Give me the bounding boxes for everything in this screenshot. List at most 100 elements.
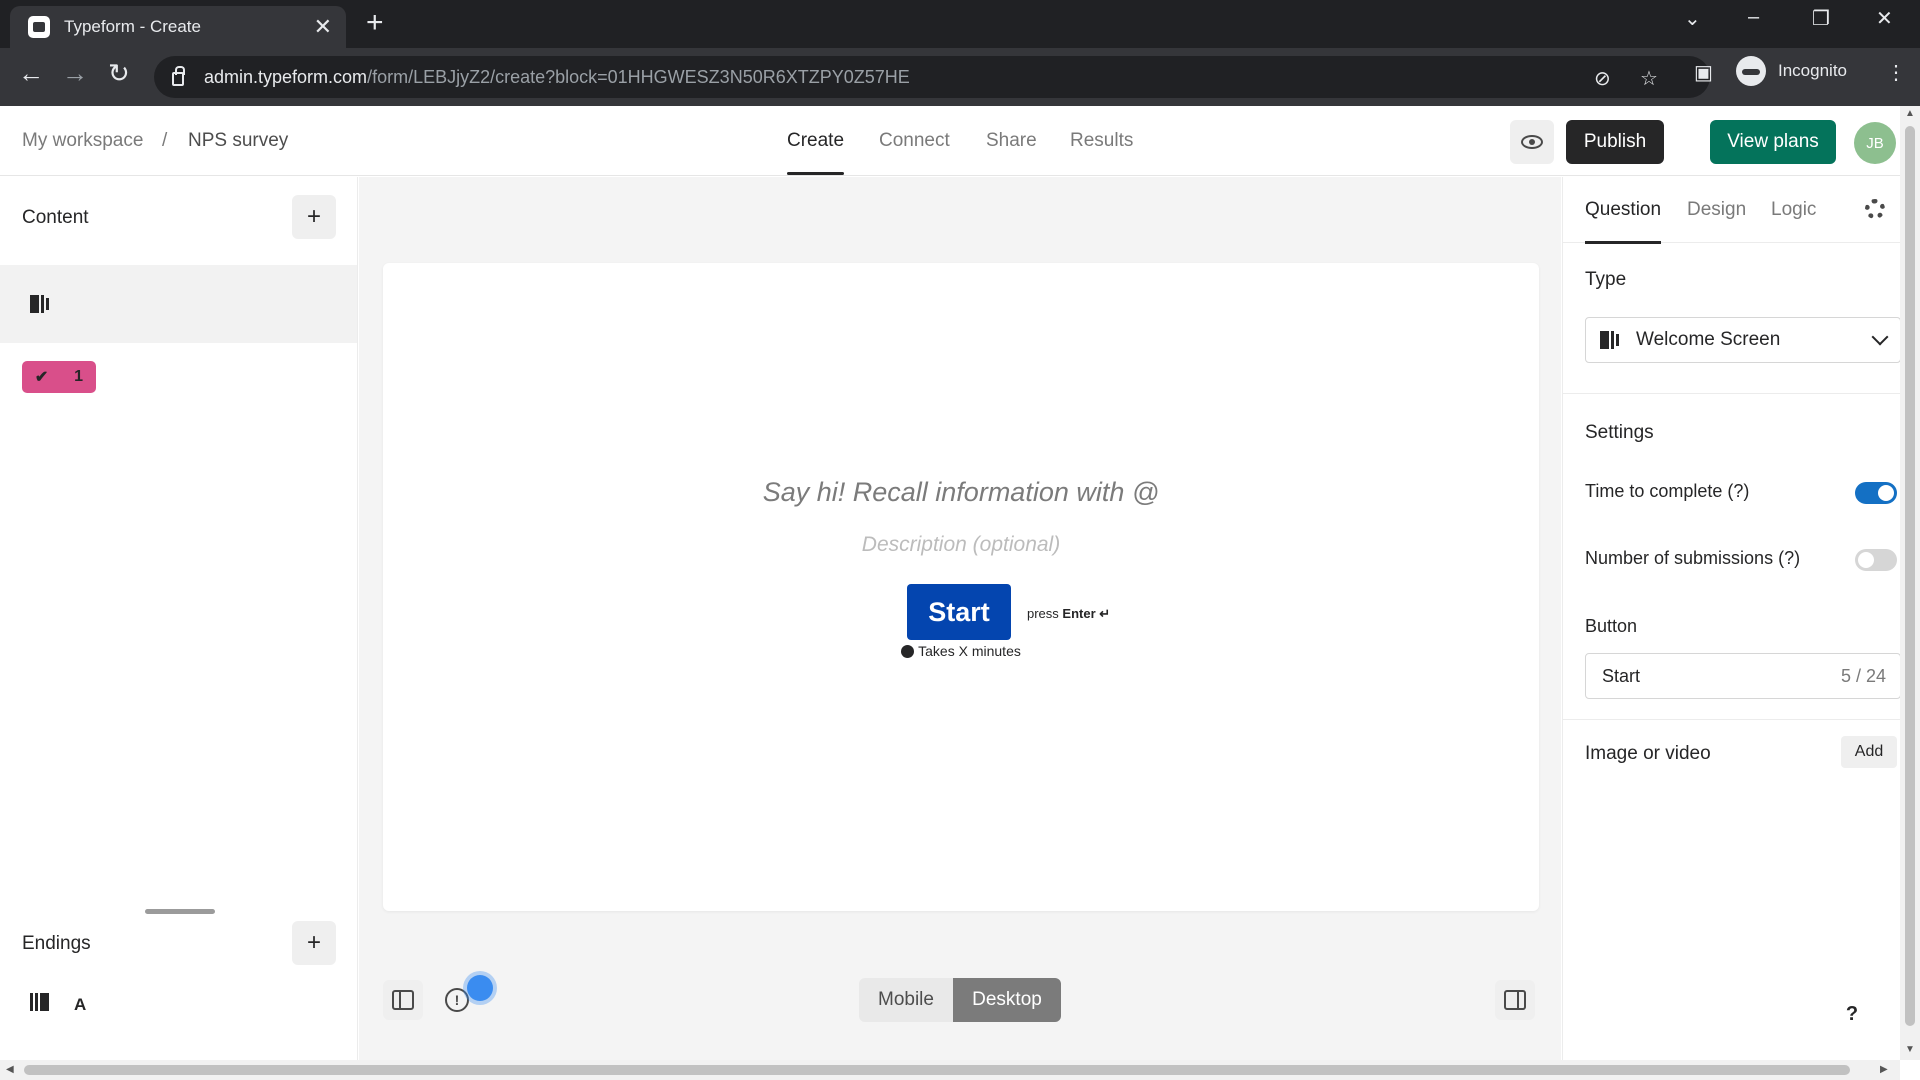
gear-icon[interactable] [1865, 199, 1885, 219]
address-bar[interactable]: admin.typeform.com/form/LEBJjyZ2/create?… [154, 56, 1710, 98]
eye-slash-icon[interactable]: ⊘ [1594, 66, 1611, 91]
forward-icon[interactable]: → [62, 60, 88, 86]
scroll-left-icon[interactable]: ◀ [6, 1064, 14, 1075]
close-tab-icon[interactable]: ✕ [314, 16, 332, 38]
tab-share[interactable]: Share [986, 130, 1037, 152]
eye-icon [1521, 135, 1543, 149]
typeform-app: My workspace / NPS survey Create Connect… [0, 106, 1920, 1080]
desktop-preview-button[interactable]: Desktop [953, 978, 1061, 1022]
browser-toolbar: ← → ↻ admin.typeform.com/form/LEBJjyZ2/c… [0, 48, 1920, 106]
add-media-button[interactable]: Add [1841, 736, 1897, 768]
content-panel: Content + ✔ 1 Endings + A [0, 177, 358, 1066]
breadcrumb-workspace[interactable]: My workspace [22, 130, 143, 152]
left-panel-icon [392, 990, 414, 1010]
image-or-video-label: Image or video [1585, 743, 1711, 764]
vertical-scrollbar[interactable]: ▲ ▼ [1900, 106, 1920, 1060]
type-value: Welcome Screen [1636, 329, 1781, 350]
incognito-icon [1736, 56, 1766, 86]
ending-letter: A [74, 995, 87, 1014]
welcome-screen-icon [30, 295, 50, 313]
welcome-title[interactable]: Say hi! Recall information with @ [383, 477, 1539, 508]
url-host: admin.typeform.com [204, 66, 368, 87]
app-topbar: My workspace / NPS survey Create Connect… [0, 106, 1920, 176]
tab-design[interactable]: Design [1687, 199, 1746, 221]
scroll-down-icon[interactable]: ▼ [1905, 1044, 1915, 1055]
press-enter-hint: press Enter ↵ [1027, 606, 1111, 621]
welcome-screen-block[interactable] [0, 265, 357, 343]
start-button[interactable]: Start [907, 584, 1011, 640]
tab-logic[interactable]: Logic [1771, 199, 1816, 221]
preview-button[interactable] [1510, 120, 1554, 164]
browser-tabstrip: Typeform - Create ✕ + ⌄ – ❐ ✕ [0, 0, 1920, 48]
question-number: 1 [74, 368, 84, 385]
mobile-preview-button[interactable]: Mobile [859, 978, 953, 1022]
new-tab-icon[interactable]: + [366, 8, 384, 38]
submissions-label: Number of submissions (?) [1585, 548, 1801, 568]
publish-button[interactable]: Publish [1566, 120, 1664, 164]
incognito-label: Incognito [1778, 61, 1847, 80]
restore-icon[interactable]: ❐ [1812, 6, 1830, 31]
back-icon[interactable]: ← [18, 60, 44, 86]
panel-resize-handle[interactable] [145, 909, 215, 914]
toggle-right-panel-button[interactable] [1495, 980, 1535, 1020]
url-path: /form/LEBJjyZ2/create?block=01HHGWESZ3N5… [367, 66, 910, 87]
browser-tab[interactable]: Typeform - Create ✕ [10, 6, 346, 48]
accessibility-icon: ! [445, 988, 469, 1012]
time-to-complete-toggle[interactable] [1855, 482, 1897, 504]
horizontal-scrollbar[interactable]: ◀ ▶ [0, 1060, 1900, 1080]
vertical-scroll-thumb[interactable] [1905, 126, 1915, 1026]
minimize-icon[interactable]: – [1748, 6, 1759, 29]
breadcrumb-separator: / [162, 130, 168, 151]
tab-question[interactable]: Question [1585, 199, 1662, 244]
endings-title: Endings [22, 933, 91, 954]
add-ending-button[interactable]: + [292, 921, 336, 965]
user-avatar[interactable]: JB [1854, 122, 1896, 164]
type-label: Type [1585, 269, 1627, 290]
scroll-right-icon[interactable]: ▶ [1880, 1064, 1888, 1075]
ending-screen-icon [30, 993, 50, 1011]
help-button[interactable]: ? [1832, 994, 1872, 1034]
horizontal-scroll-thumb[interactable] [24, 1065, 1850, 1075]
button-text-value: Start [1602, 665, 1641, 686]
chevron-down-icon [1871, 328, 1889, 346]
reload-icon[interactable]: ↻ [108, 60, 130, 86]
close-window-icon[interactable]: ✕ [1876, 6, 1893, 31]
question-badge: ✔ 1 [22, 361, 96, 393]
view-plans-button[interactable]: View plans [1710, 120, 1836, 164]
tab-search-icon[interactable]: ⌄ [1684, 6, 1701, 31]
incognito-profile[interactable]: Incognito [1736, 56, 1847, 86]
welcome-description[interactable]: Description (optional) [383, 533, 1539, 557]
notification-dot[interactable] [467, 975, 493, 1001]
browser-menu-icon[interactable]: ⋮ [1886, 60, 1906, 85]
lock-icon [172, 66, 185, 86]
divider [1563, 719, 1901, 720]
tab-connect[interactable]: Connect [879, 130, 950, 152]
tab-create[interactable]: Create [787, 130, 845, 175]
question-type-select[interactable]: Welcome Screen [1585, 317, 1901, 363]
bookmark-star-icon[interactable]: ☆ [1640, 66, 1658, 91]
device-toggle: Mobile Desktop [859, 978, 1061, 1022]
side-panel-icon[interactable]: ▣ [1694, 60, 1713, 85]
button-text-input[interactable]: Start 5 / 24 [1585, 653, 1901, 699]
character-counter: 5 / 24 [1840, 665, 1886, 686]
scroll-up-icon[interactable]: ▲ [1905, 108, 1915, 119]
time-to-complete-note: Takes X minutes [383, 643, 1539, 659]
settings-tabs: Question Design Logic [1563, 177, 1901, 244]
time-to-complete-label: Time to complete (?) [1585, 481, 1750, 501]
settings-label: Settings [1585, 422, 1654, 443]
right-panel-icon [1504, 990, 1526, 1010]
add-content-button[interactable]: + [292, 195, 336, 239]
tab-results[interactable]: Results [1070, 130, 1133, 152]
question-block-1[interactable]: ✔ 1 [0, 343, 357, 421]
submissions-toggle[interactable] [1855, 549, 1897, 571]
settings-panel: Question Design Logic Type Welcome Scree… [1562, 177, 1901, 1066]
form-canvas: Say hi! Recall information with @ Descri… [359, 177, 1561, 1066]
breadcrumb-form-name[interactable]: NPS survey [188, 130, 288, 152]
button-label: Button [1585, 616, 1638, 636]
checkmark-icon: ✔ [34, 369, 49, 386]
typeform-favicon-icon [28, 16, 50, 38]
tab-title: Typeform - Create [64, 17, 201, 36]
ending-block-a[interactable]: A [0, 979, 357, 1035]
toggle-left-panel-button[interactable] [383, 980, 423, 1020]
welcome-screen-preview[interactable]: Say hi! Recall information with @ Descri… [383, 263, 1539, 911]
